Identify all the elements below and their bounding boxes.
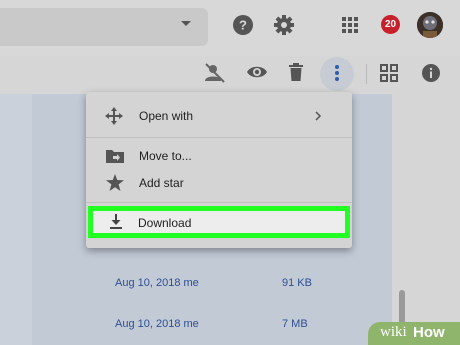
- file-modified-1: Aug 10, 2018 me: [115, 277, 199, 289]
- file-size-1: 91 KB: [282, 277, 312, 289]
- notification-badge[interactable]: 20: [381, 15, 400, 34]
- watermark-wiki: wiki: [380, 324, 407, 340]
- move-to-folder-icon: [106, 150, 124, 163]
- menu-item-download[interactable]: Download: [88, 206, 350, 238]
- open-with-icon: [105, 107, 123, 125]
- menu-separator: [86, 202, 352, 203]
- wikihow-watermark: wiki How: [368, 322, 460, 345]
- chevron-down-icon[interactable]: [178, 15, 194, 31]
- menu-item-open-with[interactable]: Open with: [86, 101, 352, 131]
- menu-item-add-star[interactable]: Add star: [86, 168, 352, 198]
- menu-label-move-to: Move to...: [139, 149, 192, 163]
- preview-eye-icon[interactable]: [246, 64, 268, 80]
- menu-separator: [86, 137, 352, 138]
- search-box[interactable]: [0, 8, 208, 46]
- apps-grid-icon[interactable]: [342, 17, 358, 33]
- star-icon: [106, 174, 124, 191]
- help-icon[interactable]: ?: [232, 14, 254, 36]
- avatar[interactable]: [417, 12, 443, 38]
- more-vert-icon[interactable]: [334, 64, 340, 82]
- chevron-right-icon: [315, 111, 322, 121]
- file-list-gutter: [0, 94, 32, 345]
- file-size-2: 7 MB: [282, 318, 308, 330]
- trash-icon[interactable]: [288, 63, 304, 82]
- toolbar-divider: [366, 64, 367, 84]
- download-icon: [110, 214, 122, 229]
- gear-icon[interactable]: [273, 14, 295, 36]
- svg-text:?: ?: [239, 18, 247, 33]
- share-off-icon[interactable]: [204, 63, 226, 83]
- watermark-how: How: [413, 324, 445, 341]
- menu-item-move-to[interactable]: Move to...: [86, 141, 352, 171]
- menu-label-download: Download: [138, 216, 192, 230]
- info-icon[interactable]: [421, 63, 441, 83]
- file-modified-2: Aug 10, 2018 me: [115, 318, 199, 330]
- menu-label-add-star: Add star: [139, 176, 184, 190]
- grid-view-icon[interactable]: [380, 64, 398, 82]
- menu-label-open-with: Open with: [139, 109, 194, 123]
